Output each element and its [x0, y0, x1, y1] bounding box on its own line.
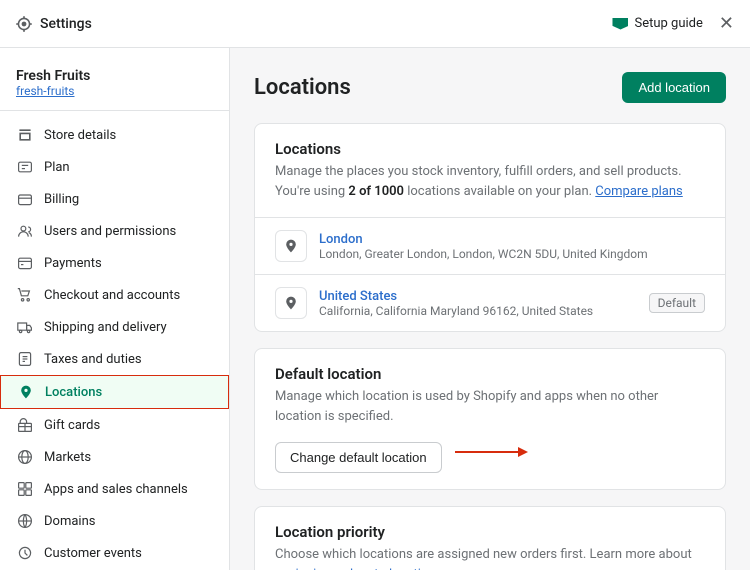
sidebar-label-checkout: Checkout and accounts [44, 288, 180, 303]
sidebar-label-plan: Plan [44, 160, 70, 175]
sidebar-item-store-details[interactable]: Store details [0, 119, 229, 151]
payments-icon [16, 254, 34, 272]
location-name-us[interactable]: United States [319, 289, 637, 304]
sidebar-item-payments[interactable]: Payments [0, 247, 229, 279]
close-button[interactable]: ✕ [719, 13, 734, 34]
add-location-button[interactable]: Add location [622, 72, 726, 103]
store-icon [16, 126, 34, 144]
priority-desc-prefix: Choose which locations are assigned new … [275, 547, 692, 562]
locations-header-section: Locations Manage the places you stock in… [255, 124, 725, 218]
location-item-london: London London, Greater London, London, W… [255, 218, 725, 275]
default-location-card: Default location Manage which location i… [254, 348, 726, 490]
location-pin-us [275, 287, 307, 319]
plan-icon [16, 158, 34, 176]
checkout-icon [16, 286, 34, 304]
gift-icon [16, 416, 34, 434]
red-arrow-icon [450, 442, 530, 462]
store-name: Fresh Fruits [16, 68, 213, 84]
layout: Fresh Fruits fresh-fruits Store details … [0, 48, 750, 570]
billing-icon [16, 190, 34, 208]
settings-icon [16, 16, 32, 32]
topbar-title: Settings [40, 16, 92, 32]
sidebar-item-checkout[interactable]: Checkout and accounts [0, 279, 229, 311]
default-badge: Default [649, 293, 705, 313]
sidebar-label-taxes: Taxes and duties [44, 352, 142, 367]
sidebar-label-users: Users and permissions [44, 224, 176, 239]
locations-card: Locations Manage the places you stock in… [254, 123, 726, 332]
sidebar-label-billing: Billing [44, 192, 79, 207]
pin-icon-london [283, 238, 299, 254]
change-default-button[interactable]: Change default location [275, 442, 442, 473]
page-title: Locations [254, 75, 351, 100]
topbar: Settings Setup guide ✕ [0, 0, 750, 48]
store-info: Fresh Fruits fresh-fruits [0, 60, 229, 111]
sidebar-label-domains: Domains [44, 514, 95, 529]
priority-section: Location priority Choose which locations… [255, 507, 725, 570]
assigning-orders-link[interactable]: assigning orders to locations [275, 567, 442, 570]
sidebar-label-store-details: Store details [44, 128, 116, 143]
shipping-icon [16, 318, 34, 336]
sidebar-item-markets[interactable]: Markets [0, 441, 229, 473]
location-details-us: United States California, California Mar… [319, 289, 637, 318]
sidebar-item-domains[interactable]: Domains [0, 505, 229, 537]
priority-desc-suffix: . [442, 567, 445, 570]
sidebar-item-customer-events[interactable]: Customer events [0, 537, 229, 569]
page-header: Locations Add location [254, 72, 726, 103]
sidebar-item-apps-channels[interactable]: Apps and sales channels [0, 473, 229, 505]
sidebar-item-locations[interactable]: Locations [0, 375, 229, 409]
default-location-desc: Manage which location is used by Shopify… [275, 387, 705, 426]
sidebar-label-apps-channels: Apps and sales channels [44, 482, 188, 497]
sidebar-item-billing[interactable]: Billing [0, 183, 229, 215]
sidebar-label-gift-cards: Gift cards [44, 418, 100, 433]
flag-icon [612, 18, 628, 30]
usage-count: 2 of 1000 [348, 184, 404, 199]
priority-desc: Choose which locations are assigned new … [275, 545, 705, 570]
sidebar-label-customer-events: Customer events [44, 546, 142, 561]
topbar-right: Setup guide ✕ [612, 13, 734, 34]
default-location-title: Default location [275, 365, 705, 383]
location-item-us: United States California, California Mar… [255, 275, 725, 331]
location-details-london: London London, Greater London, London, W… [319, 232, 705, 261]
priority-title: Location priority [275, 523, 705, 541]
domains-icon [16, 512, 34, 530]
default-location-section: Default location Manage which location i… [255, 349, 725, 489]
users-icon [16, 222, 34, 240]
events-icon [16, 544, 34, 562]
setup-guide-button[interactable]: Setup guide [612, 16, 702, 31]
location-icon [17, 383, 35, 401]
markets-icon [16, 448, 34, 466]
topbar-left: Settings [16, 16, 92, 32]
sidebar-label-locations: Locations [45, 385, 102, 400]
location-pin-london [275, 230, 307, 262]
sidebar-item-taxes[interactable]: Taxes and duties [0, 343, 229, 375]
locations-card-desc: Manage the places you stock inventory, f… [275, 162, 705, 201]
sidebar-item-shipping[interactable]: Shipping and delivery [0, 311, 229, 343]
location-name-london[interactable]: London [319, 232, 705, 247]
compare-plans-link[interactable]: Compare plans [595, 184, 682, 199]
priority-card: Location priority Choose which locations… [254, 506, 726, 570]
main-content: Locations Add location Locations Manage … [230, 48, 750, 570]
sidebar-label-shipping: Shipping and delivery [44, 320, 167, 335]
sidebar: Fresh Fruits fresh-fruits Store details … [0, 48, 230, 570]
pin-icon-us [283, 295, 299, 311]
location-addr-london: London, Greater London, London, WC2N 5DU… [319, 247, 705, 261]
sidebar-label-payments: Payments [44, 256, 102, 271]
setup-guide-label: Setup guide [634, 16, 702, 31]
arrow-indicator: Change default location [275, 430, 705, 473]
close-icon: ✕ [719, 13, 734, 34]
sidebar-label-markets: Markets [44, 450, 91, 465]
sidebar-item-users[interactable]: Users and permissions [0, 215, 229, 247]
sidebar-item-plan[interactable]: Plan [0, 151, 229, 183]
locations-card-title: Locations [275, 140, 705, 158]
sidebar-item-gift-cards[interactable]: Gift cards [0, 409, 229, 441]
location-addr-us: California, California Maryland 96162, U… [319, 304, 637, 318]
desc-suffix: locations available on your plan. [404, 184, 592, 199]
store-url[interactable]: fresh-fruits [16, 84, 213, 98]
arrow-svg [450, 442, 530, 462]
apps-icon [16, 480, 34, 498]
taxes-icon [16, 350, 34, 368]
